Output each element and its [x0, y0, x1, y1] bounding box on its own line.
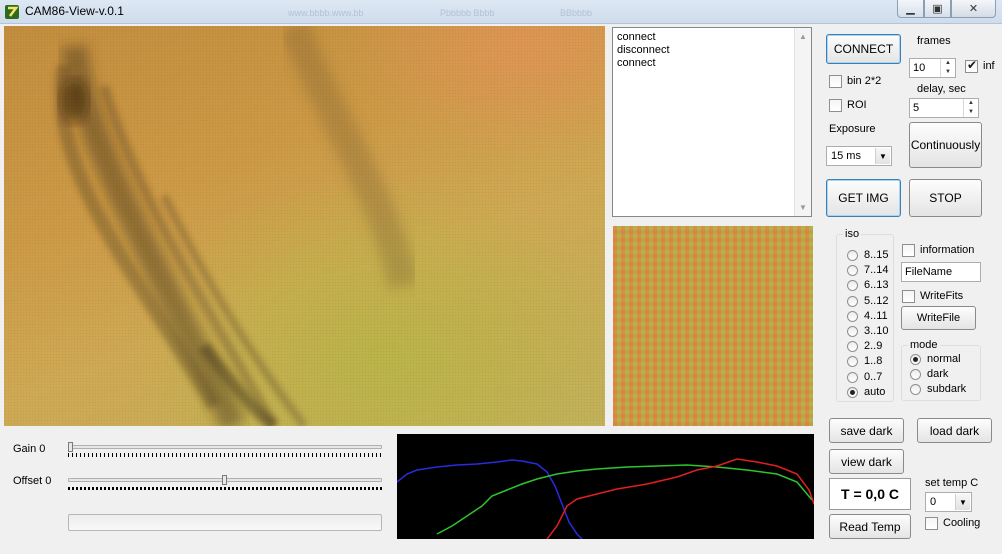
delay-spinner[interactable]: 5 ▲ ▼ — [909, 98, 979, 118]
mode-radio[interactable] — [910, 354, 921, 365]
mode-option-label: subdark — [927, 383, 967, 395]
stop-button[interactable]: STOP — [909, 179, 982, 217]
iso-radio[interactable] — [847, 310, 858, 322]
bin-checkbox[interactable] — [829, 75, 842, 88]
dropdown-arrow-icon[interactable]: ▼ — [955, 494, 970, 510]
spin-down-icon[interactable]: ▼ — [941, 68, 955, 77]
scroll-up-icon[interactable]: ▲ — [795, 28, 811, 45]
log-list[interactable]: connect disconnect connect ▲ ▼ — [612, 27, 812, 217]
spin-up-icon[interactable]: ▲ — [941, 59, 955, 68]
exposure-label: Exposure — [829, 123, 876, 135]
iso-option-label: 8..15 — [864, 249, 889, 261]
histogram-plot — [396, 458, 815, 540]
set-temp-select[interactable]: 0 ▼ — [925, 492, 972, 512]
frames-spinner[interactable]: 10 ▲ ▼ — [909, 58, 956, 78]
progress-bar — [68, 514, 382, 531]
spin-down-icon[interactable]: ▼ — [964, 108, 978, 117]
roi-checkbox[interactable] — [829, 99, 842, 112]
information-checkbox[interactable] — [902, 244, 915, 257]
iso-option-label: 0..7 — [864, 370, 883, 383]
bin-label: bin 2*2 — [847, 75, 882, 87]
iso-option-label: 1..8 — [864, 355, 883, 368]
title-bar: CAM86-View-v.0.1 www.bbbb.www.bb Pbbbbb … — [0, 0, 1002, 24]
mode-title: mode — [908, 339, 940, 351]
gain-slider-track[interactable] — [68, 445, 382, 449]
mode-option-label: normal — [927, 353, 961, 365]
maximize-icon: ▣ — [932, 3, 943, 15]
cooling-checkbox[interactable] — [925, 517, 938, 530]
iso-radio[interactable] — [847, 326, 858, 337]
iso-option-label: 2..9 — [864, 340, 883, 353]
background-tab: Pbbbbb Bbbb — [440, 8, 495, 18]
load-dark-button[interactable]: load dark — [917, 418, 992, 443]
iso-option-label: 6..13 — [864, 279, 889, 292]
delay-label: delay, sec — [917, 83, 966, 95]
background-tab: BBbbbb — [560, 8, 593, 18]
set-temp-value: 0 — [930, 496, 937, 508]
offset-slider-ticks — [68, 487, 382, 490]
histogram — [396, 434, 815, 540]
inf-label: inf — [983, 60, 995, 72]
sensor-grid-overlay — [4, 26, 605, 426]
gain-slider-thumb[interactable] — [68, 442, 73, 452]
histogram-green-line — [436, 464, 813, 535]
gain-slider-ticks — [68, 453, 382, 457]
minimize-button[interactable]: ▁ — [897, 0, 924, 18]
minimize-icon: ▁ — [906, 3, 915, 15]
iso-option-label: 7..14 — [864, 264, 889, 277]
mode-radio[interactable] — [910, 384, 921, 395]
information-label: information — [920, 244, 975, 256]
frames-label: frames — [917, 35, 951, 47]
iso-radio[interactable] — [847, 295, 858, 307]
iso-title: iso — [843, 228, 862, 240]
offset-label: Offset 0 — [13, 475, 52, 487]
exposure-value: 15 ms — [831, 150, 861, 162]
iso-option-label: 5..12 — [864, 294, 889, 307]
mode-radio[interactable] — [910, 369, 921, 380]
log-line: connect — [617, 31, 656, 43]
set-temp-label: set temp C — [925, 477, 979, 489]
app-icon — [5, 5, 19, 19]
dropdown-arrow-icon[interactable]: ▼ — [875, 148, 890, 164]
writefile-button[interactable]: WriteFile — [901, 306, 976, 330]
maximize-button[interactable]: ▣ — [924, 0, 951, 18]
log-line: disconnect — [617, 44, 670, 56]
inf-checkbox[interactable] — [965, 58, 978, 73]
exposure-select[interactable]: 15 ms ▼ — [826, 146, 892, 166]
view-dark-button[interactable]: view dark — [829, 449, 904, 474]
filename-field[interactable]: FileName — [901, 262, 981, 282]
camera-image[interactable] — [4, 26, 605, 426]
writefits-checkbox[interactable] — [902, 290, 915, 303]
scroll-down-icon[interactable]: ▼ — [795, 199, 811, 216]
get-img-button[interactable]: GET IMG — [826, 179, 901, 217]
connect-button[interactable]: CONNECT — [826, 34, 901, 64]
iso-option-label: 4..11 — [864, 309, 888, 322]
frames-value: 10 — [913, 62, 926, 74]
log-line: connect — [617, 57, 656, 69]
continuously-button[interactable]: Continuously — [909, 122, 982, 168]
roi-label: ROI — [847, 99, 867, 111]
histogram-red-line — [546, 458, 815, 540]
iso-radio[interactable] — [847, 386, 858, 398]
iso-option-label: 3..10 — [864, 325, 889, 337]
close-button[interactable]: ✕ — [951, 0, 996, 18]
spin-up-icon[interactable]: ▲ — [964, 99, 978, 108]
iso-radio[interactable] — [847, 371, 858, 383]
window-title: CAM86-View-v.0.1 — [25, 4, 124, 18]
background-tab: www.bbbb.www.bb — [288, 8, 364, 18]
delay-value: 5 — [913, 102, 920, 114]
read-temp-button[interactable]: Read Temp — [829, 514, 911, 539]
iso-option-label: auto — [864, 385, 886, 398]
writefits-label: WriteFits — [920, 290, 964, 302]
gain-label: Gain 0 — [13, 443, 46, 455]
cooling-label: Cooling — [943, 517, 981, 529]
offset-slider-thumb[interactable] — [222, 475, 227, 485]
iso-radio[interactable] — [847, 250, 858, 261]
save-dark-button[interactable]: save dark — [829, 418, 904, 443]
zoom-preview — [613, 226, 813, 426]
close-icon: ✕ — [968, 3, 979, 15]
log-scrollbar[interactable]: ▲ ▼ — [794, 28, 811, 216]
mode-option-label: dark — [927, 368, 949, 380]
temperature-display: T = 0,0 C — [829, 478, 911, 510]
